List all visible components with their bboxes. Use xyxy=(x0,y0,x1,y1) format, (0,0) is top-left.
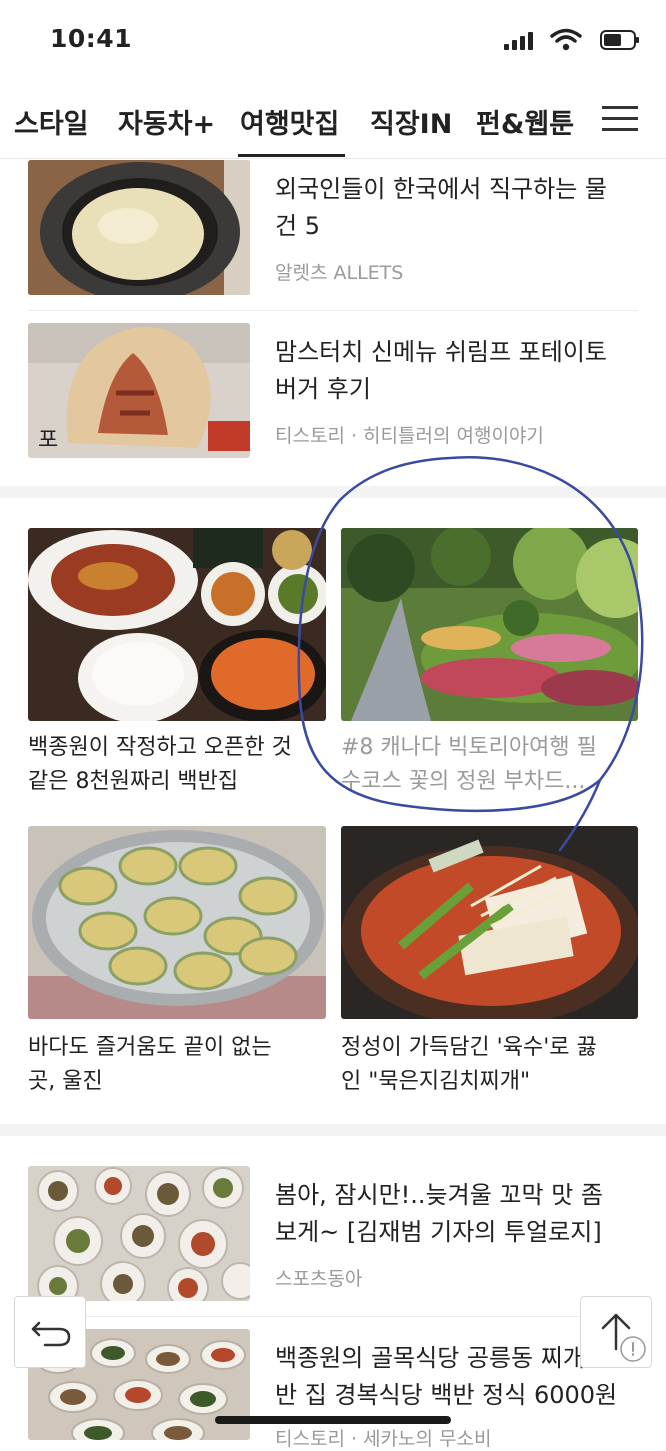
grid-item-title: 정성이 가득담긴 '육수'로 끓인 "묵은지김치찌개" xyxy=(341,1035,597,1094)
grid-item-title: 백종원이 작정하고 오픈한 것 같은 8천원짜리 백반집 xyxy=(28,735,292,794)
item-title: 봄아, 잠시만!..늦겨울 꼬막 맛 좀 보게~ [김재범 기자의 투얼로지] xyxy=(275,1181,603,1246)
thumbnail-image xyxy=(28,160,250,295)
thumbnail-image xyxy=(341,528,638,721)
category-tabs: 스타일 자동차+ 여행맛집 직장IN 펀&웹툰 xyxy=(0,86,666,159)
tab-work[interactable]: 직장IN xyxy=(370,102,452,141)
undo-arrow-icon xyxy=(31,1321,71,1347)
svg-text:포: 포 xyxy=(38,428,58,453)
tab-style[interactable]: 스타일 xyxy=(14,102,89,141)
grid-item-title: #8 캐나다 빅토리아여행 필 수코스 꽃의 정원 부차드... xyxy=(341,735,597,794)
back-button[interactable] xyxy=(14,1296,86,1368)
status-bar: 10:41 xyxy=(0,0,666,86)
thumbnail-image xyxy=(341,826,638,1019)
divider xyxy=(28,1316,638,1317)
divider xyxy=(28,310,638,311)
arrow-up-icon xyxy=(601,1313,646,1362)
item-source: 스포츠동아 xyxy=(275,1268,363,1290)
tab-fun-webtoon[interactable]: 펀&웹툰 xyxy=(476,102,574,141)
item-title: 맘스터치 신메뉴 쉬림프 포테이토 버거 후기 xyxy=(275,338,608,403)
status-time: 10:41 xyxy=(50,24,133,53)
section-separator xyxy=(0,1124,666,1136)
grid-item-title: 바다도 즐거움도 끝이 없는 곳, 울진 xyxy=(28,1035,272,1094)
cellular-signal-icon xyxy=(504,32,534,50)
battery-icon xyxy=(600,30,639,50)
thumbnail-image: 포 xyxy=(28,323,250,458)
scroll-top-button[interactable] xyxy=(580,1296,652,1368)
item-source: 티스토리 · 히티틀러의 여행이야기 xyxy=(275,425,544,447)
item-source: 티스토리 · 세카노의 무소비 xyxy=(275,1428,492,1450)
thumbnail-image xyxy=(28,826,326,1019)
thumbnail-image xyxy=(28,528,326,721)
item-source: 알렛츠 ALLETS xyxy=(275,262,404,284)
item-title: 외국인들이 한국에서 직구하는 물건 5 xyxy=(275,175,608,240)
tab-cars[interactable]: 자동차+ xyxy=(118,102,215,141)
menu-icon[interactable] xyxy=(602,106,638,132)
wifi-icon xyxy=(550,28,582,51)
home-indicator xyxy=(215,1416,451,1424)
section-separator xyxy=(0,486,666,498)
tab-travel-food[interactable]: 여행맛집 xyxy=(237,102,346,157)
thumbnail-image xyxy=(28,1166,250,1301)
